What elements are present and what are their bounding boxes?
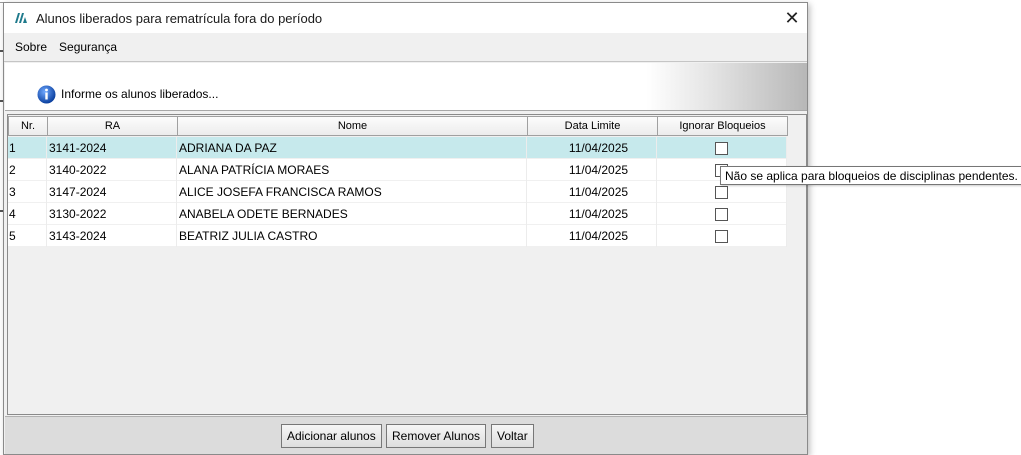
column-header-data-limite[interactable]: Data Limite <box>527 116 658 136</box>
tooltip: Não se aplica para bloqueios de discipli… <box>720 166 1021 185</box>
grid-header: Nr. RA Nome Data Limite Ignorar Bloqueio… <box>8 116 788 136</box>
window-title: Alunos liberados para rematrícula fora d… <box>36 10 323 26</box>
students-grid[interactable]: Nr. RA Nome Data Limite Ignorar Bloqueio… <box>7 114 807 415</box>
info-panel: Informe os alunos liberados... <box>5 63 807 111</box>
cell-data-limite: 11/04/2025 <box>527 225 657 247</box>
cell-nr: 3 <box>8 181 47 203</box>
cell-nr: 1 <box>8 137 47 159</box>
table-row[interactable]: 4 3130-2022 ANABELA ODETE BERNADES 11/04… <box>8 203 787 225</box>
cell-ignorar-bloqueios <box>657 203 787 225</box>
app-logo-icon <box>14 11 28 25</box>
button-bar: Adicionar alunos Remover Alunos Voltar <box>5 416 807 454</box>
cell-data-limite: 11/04/2025 <box>527 181 657 203</box>
cell-nome: ALANA PATRÍCIA MORAES <box>177 159 527 181</box>
table-row[interactable]: 3 3147-2024 ALICE JOSEFA FRANCISCA RAMOS… <box>8 181 787 203</box>
cell-nr: 5 <box>8 225 47 247</box>
column-header-ignorar-bloqueios[interactable]: Ignorar Bloqueios <box>657 116 788 136</box>
column-header-nr[interactable]: Nr. <box>8 116 48 136</box>
cell-nome: ANABELA ODETE BERNADES <box>177 203 527 225</box>
close-button[interactable]: ✕ <box>777 3 807 33</box>
cell-ra: 3130-2022 <box>47 203 177 225</box>
cell-nome: ALICE JOSEFA FRANCISCA RAMOS <box>177 181 527 203</box>
cell-ra: 3140-2022 <box>47 159 177 181</box>
info-message: Informe os alunos liberados... <box>61 87 219 101</box>
dialog-window: Alunos liberados para rematrícula fora d… <box>3 2 808 455</box>
cell-nome: BEATRIZ JULIA CASTRO <box>177 225 527 247</box>
cell-ignorar-bloqueios <box>657 225 787 247</box>
cell-ignorar-bloqueios <box>657 137 787 159</box>
cell-ra: 3141-2024 <box>47 137 177 159</box>
cell-data-limite: 11/04/2025 <box>527 203 657 225</box>
ignore-block-checkbox[interactable] <box>715 229 728 243</box>
cell-ra: 3147-2024 <box>47 181 177 203</box>
column-header-ra[interactable]: RA <box>47 116 178 136</box>
ignore-block-checkbox[interactable] <box>715 185 728 199</box>
table-row[interactable]: 1 3141-2024 ADRIANA DA PAZ 11/04/2025 <box>8 137 787 159</box>
remove-students-button[interactable]: Remover Alunos <box>386 424 487 448</box>
close-icon: ✕ <box>784 7 800 28</box>
title-bar: Alunos liberados para rematrícula fora d… <box>4 3 807 33</box>
info-icon <box>37 85 56 104</box>
ignore-block-checkbox[interactable] <box>715 141 728 155</box>
column-header-nome[interactable]: Nome <box>177 116 528 136</box>
table-row[interactable]: 5 3143-2024 BEATRIZ JULIA CASTRO 11/04/2… <box>8 225 787 247</box>
menu-item-sobre[interactable]: Sobre <box>10 37 52 57</box>
cell-ra: 3143-2024 <box>47 225 177 247</box>
back-button[interactable]: Voltar <box>491 424 534 448</box>
cell-nome: ADRIANA DA PAZ <box>177 137 527 159</box>
cell-data-limite: 11/04/2025 <box>527 137 657 159</box>
add-students-button[interactable]: Adicionar alunos <box>281 424 382 448</box>
grid-rows: 1 3141-2024 ADRIANA DA PAZ 11/04/2025 2 … <box>8 137 787 247</box>
cell-nr: 2 <box>8 159 47 181</box>
menu-item-seguranca[interactable]: Segurança <box>54 37 122 57</box>
table-row[interactable]: 2 3140-2022 ALANA PATRÍCIA MORAES 11/04/… <box>8 159 787 181</box>
cell-data-limite: 11/04/2025 <box>527 159 657 181</box>
cell-nr: 4 <box>8 203 47 225</box>
ignore-block-checkbox[interactable] <box>715 207 728 221</box>
menu-bar: Sobre Segurança <box>4 33 807 62</box>
